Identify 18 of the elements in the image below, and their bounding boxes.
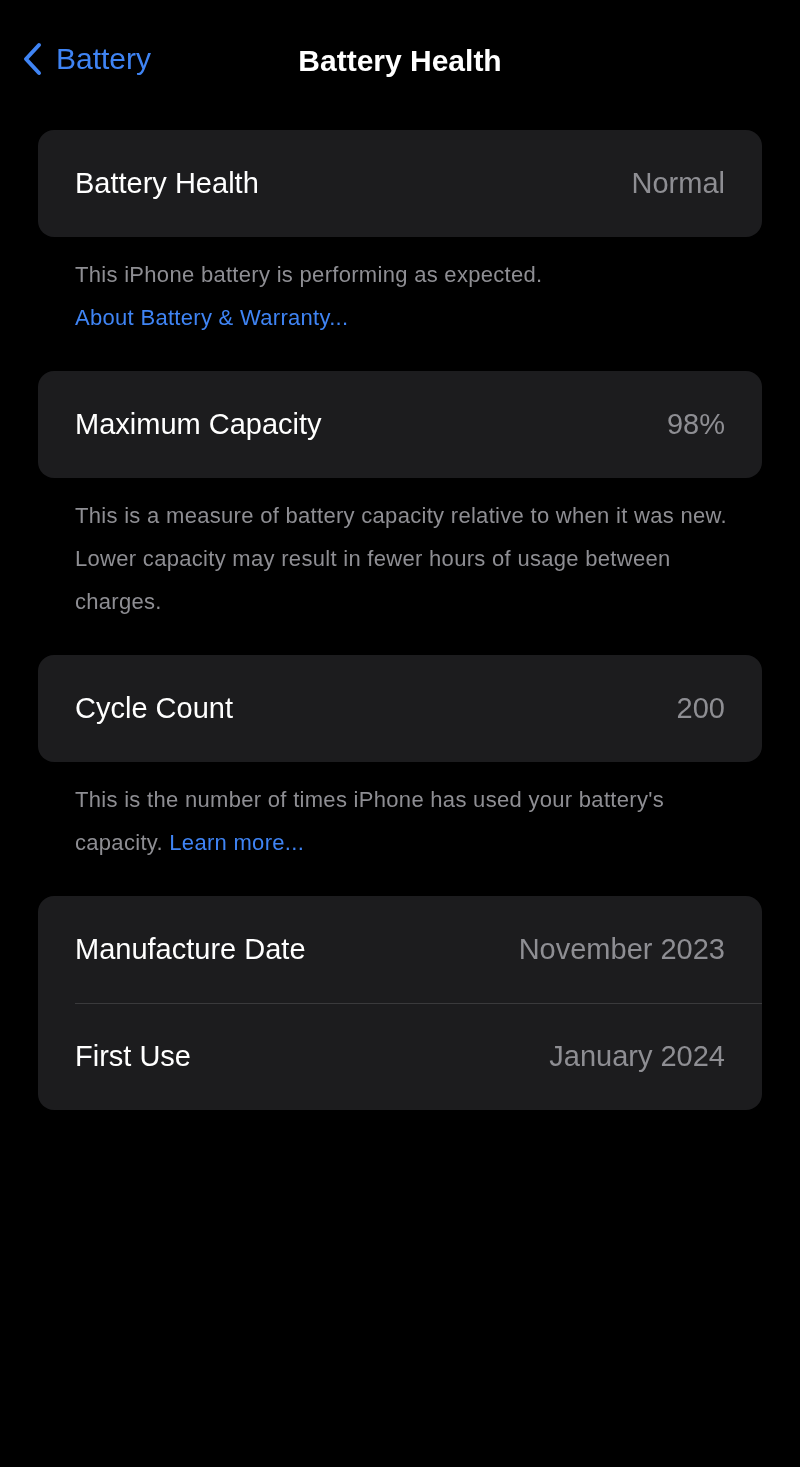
row-value: November 2023 <box>518 931 725 967</box>
row-label: Battery Health <box>75 165 259 201</box>
row-label: Cycle Count <box>75 690 233 726</box>
row-label: Manufacture Date <box>75 931 306 967</box>
row-label: Maximum Capacity <box>75 406 322 442</box>
row-value: January 2024 <box>549 1039 725 1075</box>
row-label: First Use <box>75 1039 191 1075</box>
chevron-left-icon <box>22 41 42 76</box>
footer-text: This iPhone battery is performing as expected. About Battery & Warranty... <box>75 261 544 332</box>
row-value: Normal <box>631 165 725 201</box>
info-link[interactable]: About Battery & Warranty... <box>75 305 349 330</box>
row-value: 98% <box>666 406 725 442</box>
info-link[interactable]: Learn more... <box>169 830 305 855</box>
back-button[interactable]: Battery <box>22 36 152 81</box>
footer-text: This is the number of times iPhone has used your battery's capacity. Learn more... <box>75 786 665 857</box>
footer-text: This is a measure of battery capacity relative to when it was new. Lower capacity may result in fewer hours of usage between charges. <box>75 502 728 616</box>
page-title: Battery Health <box>298 44 502 77</box>
row-value: 200 <box>676 690 725 726</box>
